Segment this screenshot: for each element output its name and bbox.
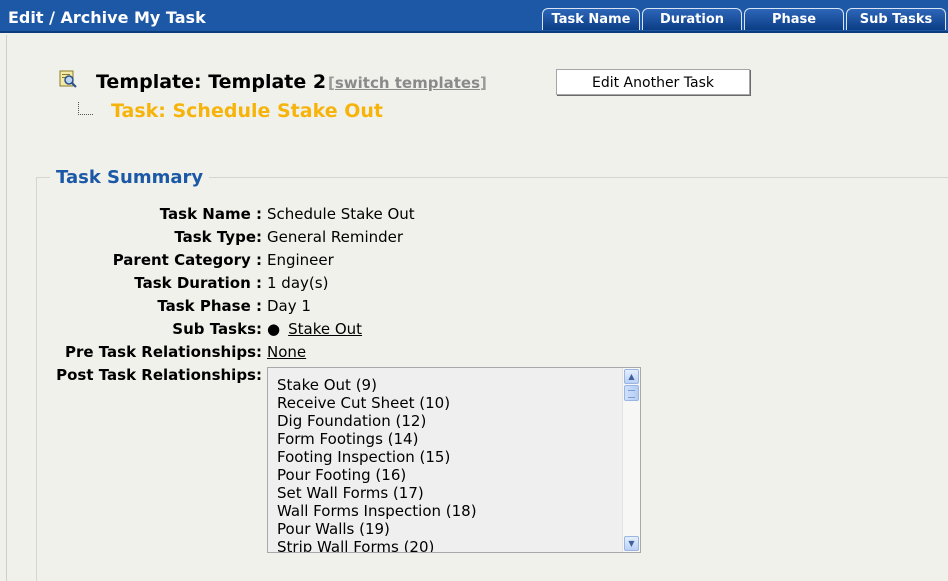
field-label: Pre Task Relationships: xyxy=(64,343,262,361)
field-value: 1 day(s) xyxy=(267,274,329,292)
tree-connector xyxy=(78,102,93,115)
field-label: Task Type: xyxy=(174,228,262,246)
field-pre-task-relationships: Pre Task Relationships: None xyxy=(0,343,948,363)
field-label: Post Task Relationships: xyxy=(56,366,262,384)
scroll-thumb[interactable] xyxy=(624,385,639,401)
page-title: Edit / Archive My Task xyxy=(8,8,206,27)
field-label: Task Duration : xyxy=(134,274,262,292)
list-item[interactable]: Footing Inspection (15) xyxy=(277,448,640,466)
list-item[interactable]: Receive Cut Sheet (10) xyxy=(277,394,640,412)
switch-templates-link[interactable]: switch templates xyxy=(335,74,480,92)
field-sub-tasks: Sub Tasks: ● Stake Out xyxy=(0,320,948,340)
pre-task-none-link[interactable]: None xyxy=(267,343,306,361)
edit-another-task-button[interactable]: Edit Another Task xyxy=(556,69,750,95)
field-task-name: Task Name : Schedule Stake Out xyxy=(0,205,948,225)
post-task-relationships-list[interactable]: Stake Out (9) Receive Cut Sheet (10) Dig… xyxy=(267,367,641,553)
list-scrollbar[interactable]: ▲ ▼ xyxy=(622,368,640,552)
list-item[interactable]: Pour Walls (19) xyxy=(277,520,640,538)
tab-sub-tasks[interactable]: Sub Tasks xyxy=(846,8,946,30)
template-label: Template: Template 2 xyxy=(96,71,327,93)
list-item[interactable]: Dig Foundation (12) xyxy=(277,412,640,430)
title-bar: Edit / Archive My Task Task Name Duratio… xyxy=(0,0,948,33)
scroll-up-arrow-icon[interactable]: ▲ xyxy=(624,369,639,384)
field-label: Task Name : xyxy=(159,205,262,223)
sub-task-link[interactable]: Stake Out xyxy=(288,320,362,338)
list-item[interactable]: Stake Out (9) xyxy=(277,376,640,394)
sort-tabs: Task Name Duration Phase Sub Tasks xyxy=(542,8,946,30)
list-item[interactable]: Pour Footing (16) xyxy=(277,466,640,484)
tab-task-name[interactable]: Task Name xyxy=(542,8,640,30)
magnifier-document-icon xyxy=(59,70,77,88)
task-summary-legend: Task Summary xyxy=(50,167,210,188)
list-item[interactable]: Form Footings (14) xyxy=(277,430,640,448)
scroll-down-arrow-icon[interactable]: ▼ xyxy=(624,536,639,551)
tab-duration[interactable]: Duration xyxy=(642,8,742,30)
field-task-type: Task Type: General Reminder xyxy=(0,228,948,248)
switch-templates-link-wrapper: [switch templates] xyxy=(328,74,487,92)
list-item[interactable]: Wall Forms Inspection (18) xyxy=(277,502,640,520)
field-task-duration: Task Duration : 1 day(s) xyxy=(0,274,948,294)
list-item[interactable]: Set Wall Forms (17) xyxy=(277,484,640,502)
field-value: None xyxy=(267,343,306,361)
tab-phase[interactable]: Phase xyxy=(744,8,844,30)
bullet-icon: ● xyxy=(267,320,281,338)
field-value: Schedule Stake Out xyxy=(267,205,415,223)
field-value: General Reminder xyxy=(267,228,404,246)
list-item[interactable]: Strip Wall Forms (20) xyxy=(277,538,640,552)
field-task-phase: Task Phase : Day 1 xyxy=(0,297,948,317)
field-value: Day 1 xyxy=(267,297,311,315)
field-parent-category: Parent Category : Engineer xyxy=(0,251,948,271)
field-value: Engineer xyxy=(267,251,334,269)
field-value: ● Stake Out xyxy=(267,320,362,338)
field-label: Sub Tasks: xyxy=(172,320,262,338)
task-label: Task: Schedule Stake Out xyxy=(111,100,383,122)
field-label: Task Phase : xyxy=(157,297,262,315)
field-label: Parent Category : xyxy=(112,251,262,269)
